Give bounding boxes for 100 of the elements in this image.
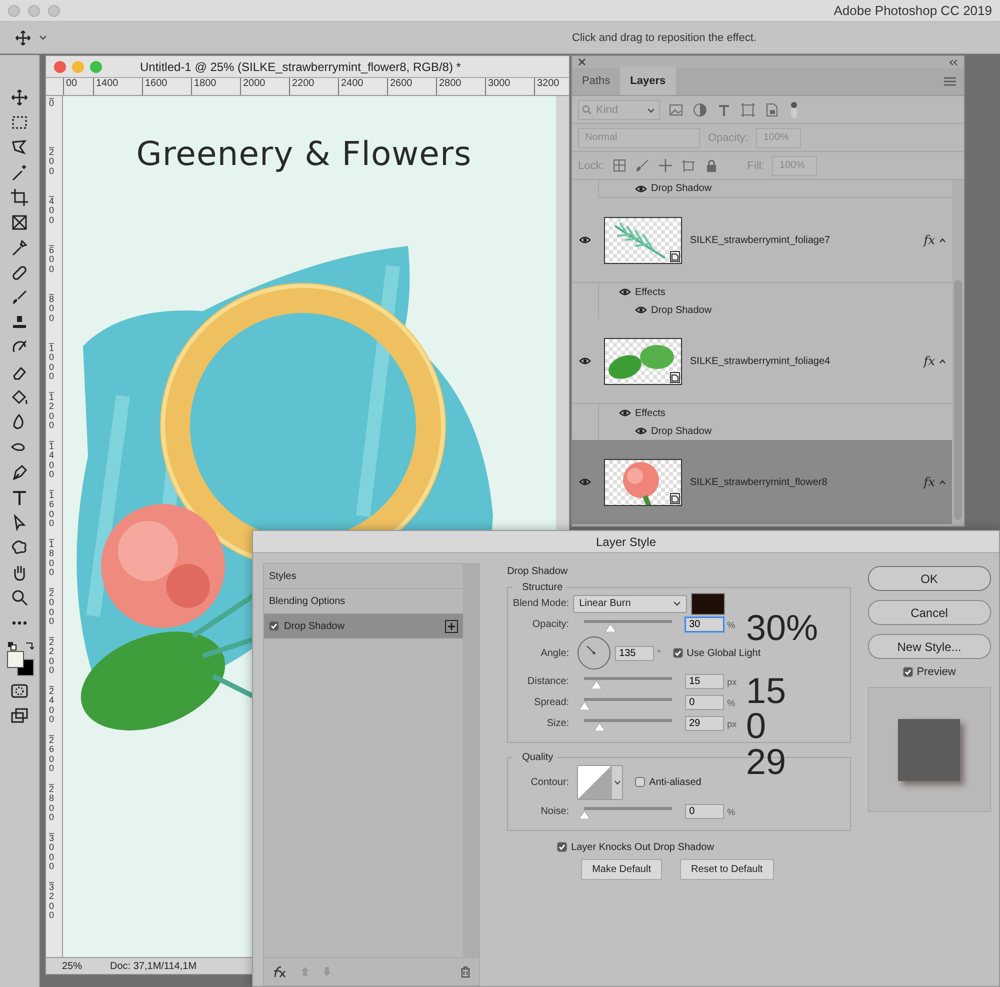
pen-icon[interactable]: [10, 463, 29, 482]
ruler-label: 2200: [289, 78, 338, 95]
image-filter-icon[interactable]: [668, 102, 684, 118]
expand-caret-icon[interactable]: [939, 480, 946, 484]
default-colors-icon[interactable]: [6, 641, 16, 651]
layer-row[interactable]: SILKE_strawberrymint_flower8 fx: [572, 440, 952, 525]
caret-icon: [39, 35, 47, 40]
checkbox[interactable]: [902, 667, 913, 677]
eyedropper-icon[interactable]: [10, 238, 29, 257]
shape-filter-icon[interactable]: [740, 102, 756, 118]
menu-icon[interactable]: [944, 77, 956, 86]
checkbox-label: Anti-aliased: [649, 776, 702, 788]
checkbox-label: Use Global Light: [686, 648, 761, 658]
magic-wand-icon[interactable]: [10, 163, 29, 182]
effects-label: fx: [924, 475, 935, 489]
eye-icon[interactable]: [579, 236, 591, 244]
eye-icon[interactable]: [619, 409, 631, 417]
ruler-label: 3000: [485, 78, 534, 95]
ruler-label: 1800: [49, 539, 54, 588]
crop-icon[interactable]: [10, 188, 29, 207]
smart-object-filter-icon[interactable]: [764, 102, 780, 118]
text-icon[interactable]: [10, 488, 29, 507]
field-label: Blend Mode:: [512, 598, 570, 609]
filter-toggle-icon[interactable]: [788, 102, 800, 118]
scrollbar[interactable]: [463, 564, 480, 957]
frame-icon[interactable]: [10, 213, 29, 232]
checkbox[interactable]: [635, 777, 646, 787]
ruler-label: 600: [49, 245, 54, 294]
checkbox[interactable]: [269, 621, 279, 631]
layer-row[interactable]: SILKE_strawberrymint_foliage4 fx: [572, 319, 952, 404]
ruler-label: 1600: [49, 490, 54, 539]
eye-icon[interactable]: [635, 306, 647, 314]
zoom-level: 25%: [62, 960, 82, 972]
screen-mode-icon[interactable]: [10, 706, 29, 725]
color-swatches-icon[interactable]: [6, 651, 34, 676]
bandage-icon[interactable]: [10, 263, 29, 282]
collapse-icon[interactable]: [949, 58, 958, 66]
blend-mode-select[interactable]: Linear Burn: [573, 594, 688, 612]
layer-row[interactable]: SILKE_strawberrymint_foliage7 fx: [572, 198, 952, 283]
field-label: Opacity:: [531, 619, 570, 630]
ruler-label: 2600: [49, 735, 54, 784]
swap-colors-icon[interactable]: [24, 641, 34, 651]
number-field[interactable]: 30: [685, 617, 724, 632]
eye-icon[interactable]: [579, 357, 591, 365]
window-control-button[interactable]: [54, 60, 66, 72]
expand-caret-icon[interactable]: [939, 358, 946, 364]
eye-icon[interactable]: [635, 427, 647, 435]
number-field[interactable]: 135: [615, 646, 654, 660]
brush-icon[interactable]: [10, 288, 29, 307]
color-swatch[interactable]: [691, 592, 726, 614]
lasso-icon[interactable]: [10, 138, 29, 157]
slider-thumb[interactable]: [579, 811, 590, 819]
eye-icon[interactable]: [579, 478, 591, 486]
checkbox[interactable]: [672, 648, 683, 658]
dialog-button[interactable]: Reset to Default: [680, 859, 774, 880]
ruler-label: 2600: [387, 78, 436, 95]
panel-tab[interactable]: Layers: [620, 67, 676, 95]
add-icon[interactable]: [445, 620, 458, 632]
number-field[interactable]: 29: [685, 716, 724, 731]
effects-label: Effects: [635, 408, 666, 418]
close-icon[interactable]: [578, 58, 586, 66]
unit-label: %: [727, 806, 736, 816]
paint-bucket-icon[interactable]: [10, 388, 29, 407]
move-icon[interactable]: [10, 88, 29, 107]
fx-icon[interactable]: [272, 964, 288, 978]
ruler-label: 2400: [49, 686, 54, 735]
eye-icon[interactable]: [635, 184, 647, 192]
angle-dial[interactable]: [577, 636, 612, 670]
checkbox[interactable]: [557, 842, 568, 852]
field-label: Contour:: [530, 776, 570, 788]
shape-icon[interactable]: [10, 538, 29, 557]
dialog-title: Layer Style: [253, 531, 999, 553]
layer-name: SILKE_strawberrymint_foliage4: [690, 356, 832, 366]
panel-tab[interactable]: Paths: [572, 67, 620, 95]
hint-text: Click and drag to reposition the effect.: [572, 32, 756, 44]
style-list-item[interactable]: Drop Shadow: [264, 614, 464, 639]
zoom-icon[interactable]: [10, 588, 29, 607]
slider-thumb[interactable]: [579, 702, 590, 710]
number-field[interactable]: 15: [685, 674, 724, 689]
dialog-button[interactable]: Make Default: [581, 859, 662, 880]
eye-icon[interactable]: [619, 288, 631, 296]
expand-caret-icon[interactable]: [939, 238, 946, 242]
ruler-label: 2000: [240, 78, 289, 95]
artboard-icon[interactable]: [681, 158, 696, 173]
lock-pixels-icon[interactable]: [612, 158, 628, 173]
contour-picker[interactable]: [577, 764, 624, 800]
unit-label: px: [727, 718, 737, 728]
dialog-button[interactable]: Cancel: [868, 600, 991, 625]
search-icon: [582, 104, 592, 114]
dialog-button[interactable]: New Style...: [868, 634, 991, 659]
ruler-label: 00: [63, 78, 93, 95]
number-field[interactable]: 0: [685, 695, 724, 710]
number-field[interactable]: 0: [685, 804, 724, 819]
adjustment-filter-icon[interactable]: [692, 102, 708, 118]
unit-label: %: [727, 620, 736, 630]
dialog-button[interactable]: OK: [868, 566, 991, 591]
canvas-headline: Greenery & Flowers: [135, 134, 473, 173]
move-tool-icon[interactable]: [15, 30, 31, 46]
effect-name: Drop Shadow: [651, 304, 712, 316]
trash-icon[interactable]: [460, 966, 472, 978]
